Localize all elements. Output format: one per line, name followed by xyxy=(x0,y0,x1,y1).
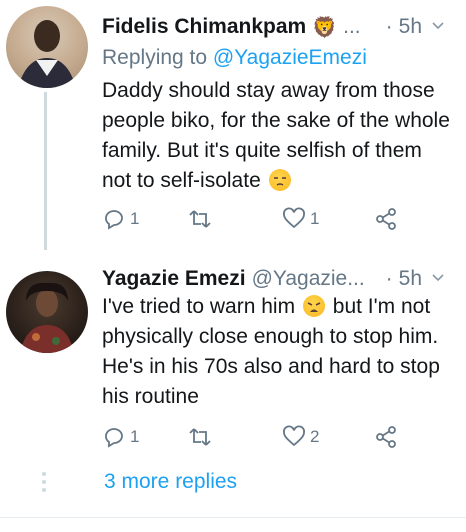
reply-count: 1 xyxy=(130,209,140,228)
chevron-down-icon[interactable] xyxy=(432,272,444,284)
thread-line xyxy=(44,92,47,250)
separator: · xyxy=(385,267,393,290)
avatar[interactable] xyxy=(6,271,88,353)
handle[interactable]: @Yagazie... xyxy=(252,267,365,291)
tweet-text-part1: I've tried to warn him xyxy=(102,295,296,318)
like-icon xyxy=(283,425,305,447)
replying-to: Replying to @YagazieEmezi xyxy=(102,46,367,70)
share-icon xyxy=(376,426,396,448)
more-replies-link[interactable]: 3 more replies xyxy=(104,470,237,494)
timestamp-group[interactable]: · 5h xyxy=(386,267,422,291)
avatar[interactable] xyxy=(6,6,88,88)
divider xyxy=(0,517,466,518)
tweet-text: I've tried to warn him but I'm not physi… xyxy=(102,292,454,412)
weary-emoji-icon xyxy=(302,295,325,317)
timestamp[interactable]: 5h xyxy=(399,267,422,290)
tweet-header: Yagazie Emezi @Yagazie... · 5h xyxy=(102,264,452,294)
reply-count: 1 xyxy=(130,427,140,446)
tweet-actions: 1 2 xyxy=(102,422,422,452)
more-replies-row[interactable]: 3 more replies xyxy=(0,450,466,532)
like-button[interactable]: 1 xyxy=(282,204,319,234)
display-name[interactable]: Fidelis Chimankpam xyxy=(102,15,306,39)
reply-icon xyxy=(105,428,123,448)
retweet-button[interactable] xyxy=(188,422,216,452)
retweet-button[interactable] xyxy=(188,204,216,234)
retweet-icon xyxy=(189,210,211,228)
timestamp-group[interactable]: · 5h xyxy=(386,15,422,39)
handle[interactable]: ... xyxy=(343,15,361,39)
thread-dots xyxy=(42,472,48,496)
timestamp[interactable]: 5h xyxy=(399,15,422,38)
share-button[interactable] xyxy=(374,422,398,452)
like-icon xyxy=(283,207,305,229)
share-button[interactable] xyxy=(374,204,398,234)
lion-badge-icon: 🦁 xyxy=(312,16,338,39)
like-count: 1 xyxy=(310,209,320,228)
like-button[interactable]: 2 xyxy=(282,422,319,452)
chevron-down-icon[interactable] xyxy=(432,20,444,32)
separator: · xyxy=(385,15,393,38)
tweet-actions: 1 1 xyxy=(102,204,422,234)
reply-button[interactable]: 1 xyxy=(102,422,139,452)
replying-to-label: Replying to xyxy=(102,46,208,69)
reply-tweet[interactable]: Yagazie Emezi @Yagazie... · 5h I've tried… xyxy=(0,250,466,450)
reply-icon xyxy=(105,210,123,230)
retweet-icon xyxy=(189,428,211,446)
reply-tweet[interactable]: Fidelis Chimankpam 🦁 ... · 5h Replying to… xyxy=(0,0,466,250)
tweet-header: Fidelis Chimankpam 🦁 ... · 5h xyxy=(102,12,452,42)
tweet-text: Daddy should stay away from those people… xyxy=(102,76,454,196)
share-icon xyxy=(376,208,396,230)
display-name[interactable]: Yagazie Emezi xyxy=(102,267,246,291)
unamused-emoji-icon xyxy=(268,169,291,191)
reply-button[interactable]: 1 xyxy=(102,204,139,234)
like-count: 2 xyxy=(310,427,320,446)
mention-link[interactable]: @YagazieEmezi xyxy=(213,46,367,69)
